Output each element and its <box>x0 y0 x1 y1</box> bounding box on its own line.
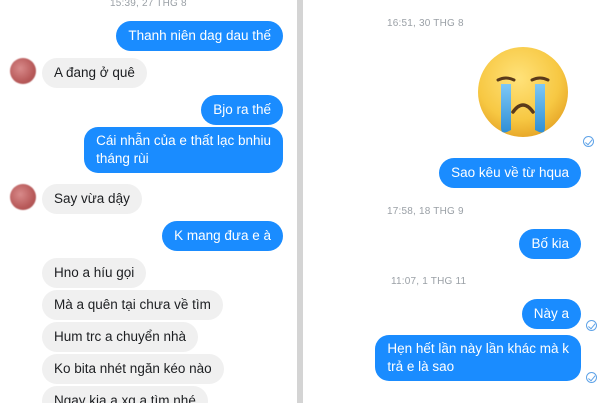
message-outgoing[interactable]: K mang đưa e à <box>162 221 283 251</box>
message-incoming[interactable]: Hno a híu gọi <box>42 258 147 288</box>
message-line: Hẹn hết lần này lần khác mà k <box>387 341 569 356</box>
message-incoming[interactable]: Hum trc a chuyển nhà <box>42 322 199 352</box>
read-receipt-icon <box>586 320 597 331</box>
avatar[interactable] <box>10 184 36 210</box>
message-incoming[interactable]: A đang ở quê <box>42 58 147 88</box>
message-line: Cái nhẫn của e thất lạc bnhiu <box>96 133 271 148</box>
avatar[interactable] <box>10 58 36 84</box>
read-receipt-icon <box>586 372 597 383</box>
message-outgoing[interactable]: Sao kêu về từ hqua <box>439 158 581 188</box>
message-outgoing[interactable]: Thanh niên dag dau thế <box>116 21 283 51</box>
message-incoming[interactable]: Ko bita nhét ngăn kéo nào <box>42 354 224 384</box>
message-outgoing[interactable]: Bjo ra thế <box>201 95 283 125</box>
message-line: tháng rùi <box>96 151 149 166</box>
message-outgoing[interactable]: Này a <box>521 299 581 329</box>
crying-face-icon[interactable] <box>473 42 573 142</box>
message-outgoing[interactable]: Hẹn hết lần này lần khác mà k trả e là s… <box>375 335 581 381</box>
read-receipt-icon <box>583 136 594 147</box>
message-outgoing[interactable]: Bố kia <box>519 229 581 259</box>
timestamp: 16:51, 30 THG 8 <box>387 18 464 29</box>
message-incoming[interactable]: Say vừa dậy <box>42 184 142 214</box>
right-chat-panel: 16:51, 30 THG 8 Sao kêu về từ hqua 17:58… <box>303 0 601 403</box>
timestamp: 17:58, 18 THG 9 <box>387 206 464 217</box>
left-chat-panel: 15:39, 27 THG 8 Thanh niên dag dau thế A… <box>0 0 297 403</box>
message-line: trả e là sao <box>387 359 455 374</box>
timestamp: 11:07, 1 THG 11 <box>391 276 467 287</box>
message-incoming[interactable]: Ngay kia a xg a tìm nhé <box>42 386 208 403</box>
message-incoming[interactable]: Mà a quên tại chưa về tìm <box>42 290 223 320</box>
message-outgoing[interactable]: Cái nhẫn của e thất lạc bnhiu tháng rùi <box>84 127 283 173</box>
timestamp: 15:39, 27 THG 8 <box>110 0 187 9</box>
